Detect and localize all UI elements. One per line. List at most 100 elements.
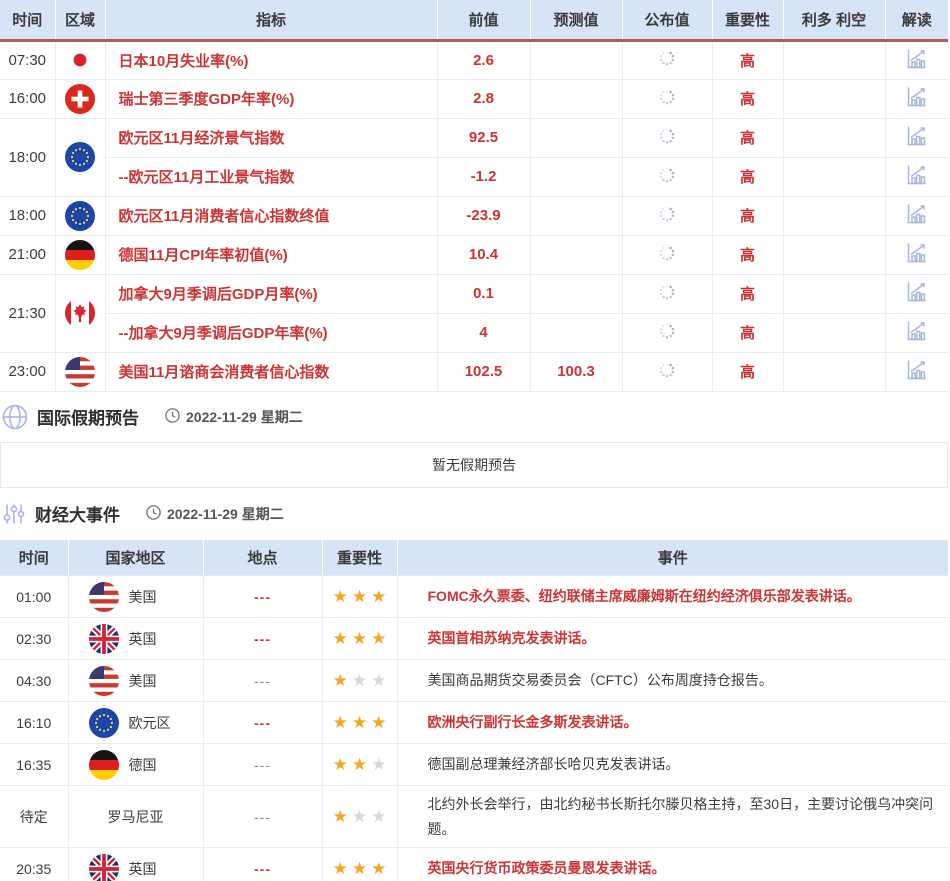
interpretation-cell[interactable] bbox=[885, 79, 948, 118]
forecast-value: 100.3 bbox=[530, 352, 622, 391]
events-table: 时间 国家地区 地点 重要性 事件 01:00美国---★★★FOMC永久票委、… bbox=[0, 540, 948, 881]
indicator-region bbox=[55, 79, 105, 118]
indicator-time: 16:00 bbox=[0, 79, 55, 118]
event-row: 待定罗马尼亚---★★★北约外长会举行，由北约秘书长斯托尔滕贝格主持，至30日，… bbox=[0, 786, 948, 848]
event-importance: ★★★ bbox=[322, 660, 397, 702]
event-time: 16:35 bbox=[0, 744, 68, 786]
chart-icon[interactable] bbox=[904, 162, 929, 187]
event-importance: ★★★ bbox=[322, 576, 397, 618]
event-country: 德国 bbox=[68, 744, 203, 786]
interpretation-cell[interactable] bbox=[885, 235, 948, 274]
interpretation-cell[interactable] bbox=[885, 274, 948, 313]
flag-canada-icon bbox=[65, 298, 95, 328]
event-location: --- bbox=[203, 660, 322, 702]
star-icon: ★ bbox=[369, 629, 388, 648]
col-importance: 重要性 bbox=[322, 540, 397, 576]
indicator-region bbox=[55, 235, 105, 274]
star-icon: ★ bbox=[369, 713, 388, 732]
col-region: 区域 bbox=[55, 0, 105, 40]
events-section-date: 2022-11-29 星期二 bbox=[146, 504, 284, 524]
col-previous: 前值 bbox=[437, 0, 530, 40]
star-icon: ★ bbox=[350, 629, 369, 648]
star-icon: ★ bbox=[331, 755, 350, 774]
flag-eu-icon bbox=[65, 142, 95, 172]
spinner-icon bbox=[658, 210, 676, 227]
event-row: 16:10欧元区---★★★欧洲央行副行长金多斯发表讲话。 bbox=[0, 702, 948, 744]
indicator-row: 23:00美国11月谘商会消费者信心指数102.5100.3高 bbox=[0, 352, 948, 391]
event-location: --- bbox=[203, 786, 322, 848]
interpretation-cell[interactable] bbox=[885, 313, 948, 352]
forecast-value bbox=[530, 79, 622, 118]
indicator-name: 欧元区11月经济景气指数 bbox=[105, 118, 437, 157]
flag-germany-icon bbox=[89, 750, 119, 780]
event-country: 美国 bbox=[68, 576, 203, 618]
event-row: 20:35英国---★★★英国央行货币政策委员曼恩发表讲话。 bbox=[0, 848, 948, 881]
event-text: 英国央行货币政策委员曼恩发表讲话。 bbox=[397, 848, 948, 881]
indicator-region bbox=[55, 118, 105, 196]
event-country: 罗马尼亚 bbox=[68, 786, 203, 848]
flag-us-icon bbox=[65, 357, 95, 387]
event-time: 02:30 bbox=[0, 618, 68, 660]
previous-value: 10.4 bbox=[437, 235, 530, 274]
indicator-name: 欧元区11月消费者信心指数终值 bbox=[105, 196, 437, 235]
country-name: 美国 bbox=[129, 587, 157, 607]
interpretation-cell[interactable] bbox=[885, 157, 948, 196]
importance-value: 高 bbox=[712, 196, 783, 235]
country-name: 罗马尼亚 bbox=[108, 807, 164, 827]
event-country: 英国 bbox=[68, 848, 203, 881]
indicator-row: 21:30加拿大9月季调后GDP月率(%)0.1高 bbox=[0, 274, 948, 313]
event-importance: ★★★ bbox=[322, 848, 397, 881]
indicator-row: 21:00德国11月CPI年率初值(%)10.4高 bbox=[0, 235, 948, 274]
col-time: 时间 bbox=[0, 540, 68, 576]
chart-icon[interactable] bbox=[904, 240, 929, 265]
bull-bear-cell bbox=[783, 235, 885, 274]
star-icon: ★ bbox=[369, 587, 388, 606]
spinner-icon bbox=[658, 327, 676, 344]
event-text: 德国副总理兼经济部长哈贝克发表讲话。 bbox=[397, 744, 948, 786]
holiday-section-date: 2022-11-29 星期二 bbox=[165, 407, 303, 427]
event-location: --- bbox=[203, 576, 322, 618]
bull-bear-cell bbox=[783, 40, 885, 79]
event-time: 16:10 bbox=[0, 702, 68, 744]
interpretation-cell[interactable] bbox=[885, 118, 948, 157]
clock-icon bbox=[165, 408, 180, 426]
chart-icon[interactable] bbox=[904, 46, 929, 71]
published-value bbox=[622, 196, 712, 235]
bull-bear-cell bbox=[783, 313, 885, 352]
interpretation-cell[interactable] bbox=[885, 196, 948, 235]
chart-icon[interactable] bbox=[904, 84, 929, 109]
previous-value: 0.1 bbox=[437, 274, 530, 313]
chart-icon[interactable] bbox=[904, 123, 929, 148]
chart-icon[interactable] bbox=[904, 201, 929, 226]
event-row: 04:30美国---★★★美国商品期货交易委员会（CFTC）公布周度持仓报告。 bbox=[0, 660, 948, 702]
interpretation-cell[interactable] bbox=[885, 40, 948, 79]
forecast-value bbox=[530, 235, 622, 274]
indicator-name: 日本10月失业率(%) bbox=[105, 40, 437, 79]
flag-japan-icon bbox=[65, 45, 95, 75]
chart-icon[interactable] bbox=[904, 357, 929, 382]
importance-value: 高 bbox=[712, 235, 783, 274]
col-location: 地点 bbox=[203, 540, 322, 576]
indicator-name: 瑞士第三季度GDP年率(%) bbox=[105, 79, 437, 118]
event-text: 美国商品期货交易委员会（CFTC）公布周度持仓报告。 bbox=[397, 660, 948, 702]
flag-uk-icon bbox=[89, 854, 119, 881]
chart-icon[interactable] bbox=[904, 318, 929, 343]
col-bull-bear: 利多 利空 bbox=[783, 0, 885, 40]
previous-value: 102.5 bbox=[437, 352, 530, 391]
star-icon: ★ bbox=[350, 587, 369, 606]
globe-icon bbox=[2, 404, 28, 430]
country-name: 德国 bbox=[129, 755, 157, 775]
interpretation-cell[interactable] bbox=[885, 352, 948, 391]
event-importance: ★★★ bbox=[322, 618, 397, 660]
bull-bear-cell bbox=[783, 118, 885, 157]
importance-value: 高 bbox=[712, 157, 783, 196]
indicator-name: 美国11月谘商会消费者信心指数 bbox=[105, 352, 437, 391]
holiday-empty-message: 暂无假期预告 bbox=[0, 442, 948, 488]
star-icon: ★ bbox=[350, 807, 369, 826]
chart-icon[interactable] bbox=[904, 279, 929, 304]
event-time: 04:30 bbox=[0, 660, 68, 702]
event-text: FOMC永久票委、纽约联储主席威廉姆斯在纽约经济俱乐部发表讲话。 bbox=[397, 576, 948, 618]
bull-bear-cell bbox=[783, 79, 885, 118]
spinner-icon bbox=[658, 288, 676, 305]
col-country: 国家地区 bbox=[68, 540, 203, 576]
